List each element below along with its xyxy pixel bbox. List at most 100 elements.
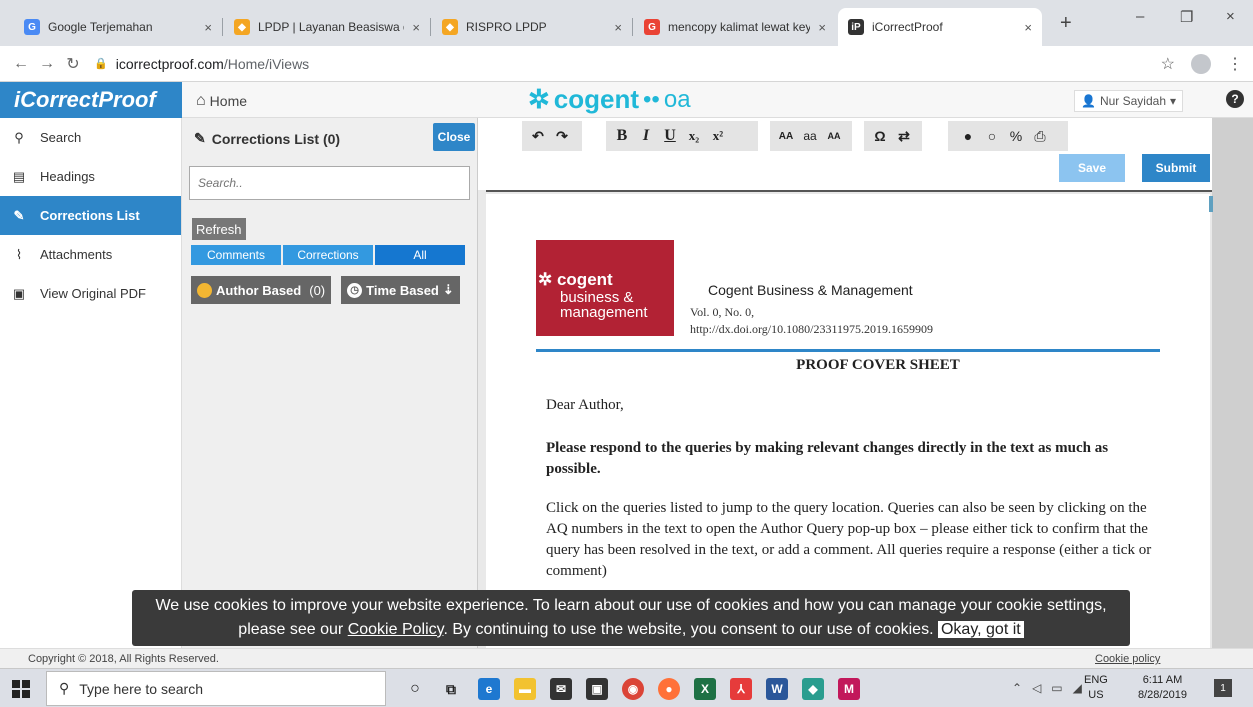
underline-button[interactable]: U xyxy=(658,124,682,148)
chrome-icon[interactable]: ◉ xyxy=(622,678,644,700)
nav-item-attachments[interactable]: ⌇ Attachments xyxy=(0,235,181,274)
corrections-search-input[interactable] xyxy=(189,166,470,200)
author-based-button[interactable]: Author Based (0) xyxy=(191,276,332,304)
mail-icon[interactable]: ✉ xyxy=(550,678,572,700)
close-icon[interactable]: × xyxy=(614,20,622,35)
nav-item-view-original-pdf[interactable]: ▣ View Original PDF xyxy=(0,274,181,313)
comment-bubble-icon[interactable]: ○ xyxy=(980,124,1004,148)
task-view-icon[interactable]: ⧉ xyxy=(440,678,462,700)
cortana-icon[interactable]: ○ xyxy=(404,678,426,700)
okay-got-it-button[interactable]: Okay, got it xyxy=(937,621,1024,638)
browser-tab-lpdp[interactable]: ◆ LPDP | Layanan Beasiswa da × xyxy=(224,8,430,46)
excel-icon[interactable]: X xyxy=(694,678,716,700)
comment-icon[interactable]: ● xyxy=(956,124,980,148)
footer-cookie-policy-link[interactable]: Cookie policy xyxy=(1095,653,1160,665)
app-icon[interactable]: ◆ xyxy=(802,678,824,700)
scrollbar-marker xyxy=(1209,196,1213,212)
mendeley-icon[interactable]: M xyxy=(838,678,860,700)
pdf-reader-icon[interactable]: ⅄ xyxy=(730,678,752,700)
window-close-button[interactable]: × xyxy=(1226,8,1235,25)
link-icon[interactable]: % xyxy=(1004,124,1028,148)
superscript-button[interactable]: x² xyxy=(706,124,730,148)
taskbar-search[interactable]: ⚲ Type here to search xyxy=(46,671,386,706)
nav-item-search[interactable]: ⚲ Search xyxy=(0,118,181,157)
toolbar-divider xyxy=(486,190,1214,192)
clock[interactable]: 6:11 AM 8/28/2019 xyxy=(1138,673,1187,703)
save-button[interactable]: Save xyxy=(1059,154,1125,182)
nav-item-headings[interactable]: ▤ Headings xyxy=(0,157,181,196)
filter-all-button[interactable]: All xyxy=(375,245,465,265)
minimize-button[interactable]: – xyxy=(1136,8,1144,25)
editor-area: ↶ ↷ B I U x₂ x² AA aa AA Ω ⇄ ● ○ % ⎙ Sav… xyxy=(478,118,1214,648)
volume-icon[interactable]: ◁ xyxy=(1032,681,1041,695)
reload-icon[interactable]: ↻ xyxy=(60,54,86,74)
journal-volume: Vol. 0, No. 0, xyxy=(690,305,755,319)
scrollbar-track[interactable] xyxy=(1212,118,1253,648)
close-icon[interactable]: × xyxy=(818,20,826,35)
home-link[interactable]: ⌂ Home xyxy=(196,92,247,110)
comment-group: ● ○ % ⎙ xyxy=(948,121,1068,151)
restore-button[interactable]: ❐ xyxy=(1180,8,1193,26)
subscript-button[interactable]: x₂ xyxy=(682,124,706,148)
print-icon[interactable]: ⎙ xyxy=(1028,124,1052,148)
sort-icon: ⇣ xyxy=(442,282,454,297)
undo-icon[interactable]: ↶ xyxy=(526,124,550,148)
store-icon[interactable]: ▣ xyxy=(586,678,608,700)
bookmark-star-icon[interactable]: ☆ xyxy=(1161,54,1175,74)
menu-kebab-icon[interactable]: ⋮ xyxy=(1227,54,1243,74)
special-character-icon[interactable]: Ω xyxy=(868,124,892,148)
battery-icon[interactable]: ▭ xyxy=(1051,681,1062,695)
filter-corrections-button[interactable]: Corrections xyxy=(283,245,373,265)
italic-button[interactable]: I xyxy=(634,124,658,148)
app-logo[interactable]: iCorrectProof xyxy=(0,82,182,118)
greeting: Dear Author, xyxy=(546,397,624,413)
file-explorer-icon[interactable]: ▬ xyxy=(514,678,536,700)
language-indicator[interactable]: ENG US xyxy=(1084,673,1108,703)
smallcaps-button[interactable]: AA xyxy=(822,124,846,148)
lpdp-icon: ◆ xyxy=(442,19,458,35)
close-button[interactable]: Close xyxy=(433,123,475,151)
redo-icon[interactable]: ↷ xyxy=(550,124,574,148)
left-nav: ⚲ Search ▤ Headings ✎ Corrections List ⌇… xyxy=(0,118,182,648)
nav-item-corrections-list[interactable]: ✎ Corrections List xyxy=(0,196,181,235)
edge-icon[interactable]: e xyxy=(478,678,500,700)
word-icon[interactable]: W xyxy=(766,678,788,700)
browser-tab-google-search[interactable]: G mencopy kalimat lewat key × xyxy=(634,8,836,46)
submit-button[interactable]: Submit xyxy=(1142,154,1210,182)
windows-start-icon[interactable] xyxy=(12,680,30,698)
wifi-icon[interactable]: ◢ xyxy=(1073,681,1082,695)
browser-tab-icorrectproof[interactable]: iP iCorrectProof × xyxy=(838,8,1042,46)
user-menu[interactable]: 👤 Nur Sayidah ▾ xyxy=(1074,90,1184,112)
smiley-icon xyxy=(197,282,212,298)
home-icon: ⌂ xyxy=(196,92,206,109)
profile-avatar[interactable] xyxy=(1191,54,1211,74)
back-icon[interactable]: ← xyxy=(8,55,34,73)
close-icon[interactable]: × xyxy=(412,20,420,35)
history-group: ↶ ↷ xyxy=(522,121,582,151)
firefox-icon[interactable]: ● xyxy=(658,678,680,700)
proof-document[interactable]: ✲ cogent business & management Cogent Bu… xyxy=(486,194,1210,648)
cookie-policy-link[interactable]: Cookie Policy xyxy=(348,621,444,638)
document-icon: ▤ xyxy=(12,168,26,184)
swap-icon[interactable]: ⇄ xyxy=(892,124,916,148)
forward-icon[interactable]: → xyxy=(34,55,60,73)
browser-tab-google-translate[interactable]: G Google Terjemahan × xyxy=(14,8,222,46)
notification-icon[interactable]: 1 xyxy=(1214,679,1232,697)
journal-doi[interactable]: http://dx.doi.org/10.1080/23311975.2019.… xyxy=(690,322,933,337)
close-icon[interactable]: × xyxy=(204,20,212,35)
filter-comments-button[interactable]: Comments xyxy=(191,245,281,265)
time-based-button[interactable]: ◷ Time Based ⇣ xyxy=(341,276,460,304)
bold-button[interactable]: B xyxy=(610,124,634,148)
journal-title: Cogent Business & Management xyxy=(708,282,913,298)
refresh-button[interactable]: Refresh xyxy=(192,218,246,240)
url-field[interactable]: 🔒 icorrectproof.com/Home/iViews xyxy=(94,56,309,72)
lpdp-icon: ◆ xyxy=(234,19,250,35)
address-bar: ← → ↻ 🔒 icorrectproof.com/Home/iViews ☆ … xyxy=(0,46,1253,82)
new-tab-button[interactable]: + xyxy=(1060,12,1072,35)
uppercase-button[interactable]: AA xyxy=(774,124,798,148)
chevron-up-icon[interactable]: ⌃ xyxy=(1012,681,1022,695)
close-icon[interactable]: × xyxy=(1024,20,1032,35)
browser-tab-rispro[interactable]: ◆ RISPRO LPDP × xyxy=(432,8,632,46)
help-icon[interactable]: ? xyxy=(1226,90,1244,108)
lowercase-button[interactable]: aa xyxy=(798,124,822,148)
